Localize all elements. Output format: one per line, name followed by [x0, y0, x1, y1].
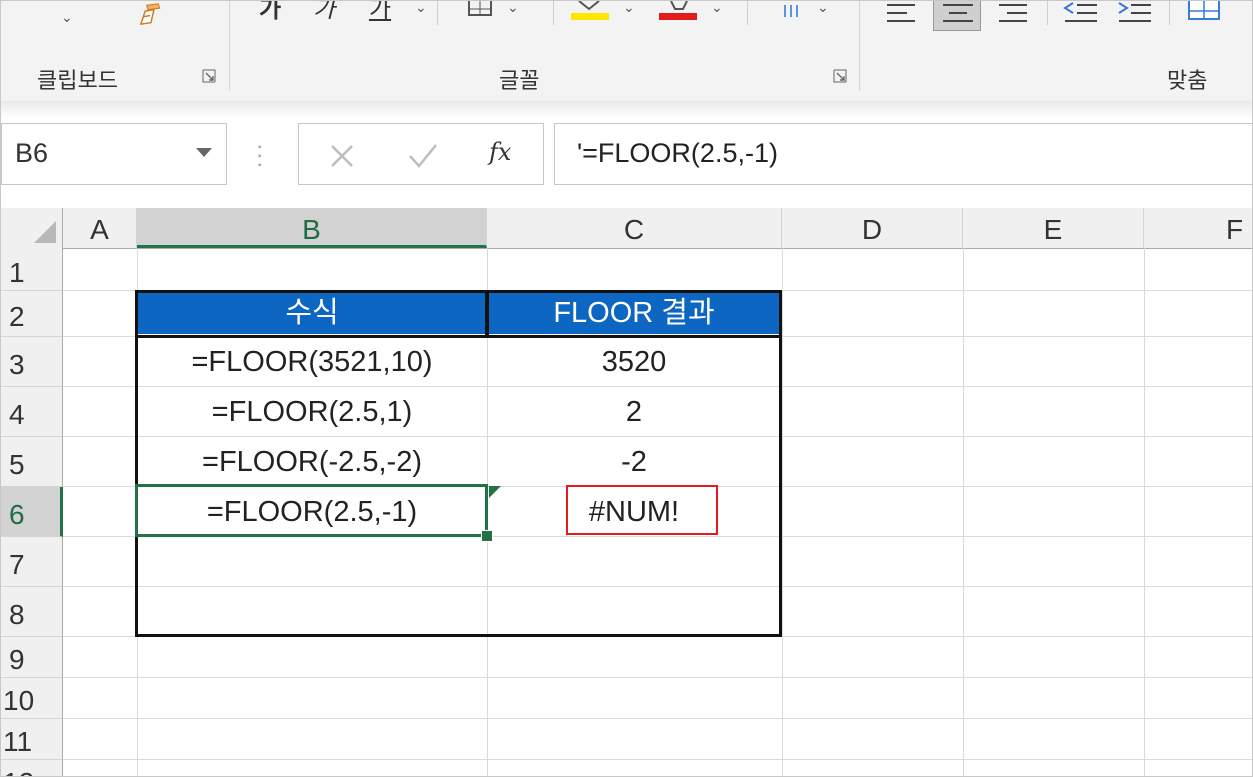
align-right-icon[interactable] [997, 1, 1031, 23]
error-indicator-triangle-icon[interactable] [489, 486, 501, 498]
gridline [963, 248, 964, 776]
increase-indent-icon[interactable] [1117, 1, 1153, 23]
font-dialog-launcher-icon[interactable] [833, 69, 847, 83]
divider [437, 1, 438, 25]
group-separator [229, 1, 230, 91]
column-header-b[interactable]: B [137, 208, 487, 248]
font-color-dropdown-chevron-icon[interactable]: ⌄ [711, 1, 723, 16]
format-painter-icon[interactable] [131, 1, 171, 27]
underline-button[interactable]: 가 [369, 1, 391, 24]
formula-text: '=FLOOR(2.5,-1) [577, 138, 778, 168]
enter-check-icon[interactable] [407, 142, 439, 170]
align-center-button[interactable] [933, 1, 981, 31]
select-all-triangle-icon [34, 221, 56, 243]
active-cell-selection[interactable] [135, 484, 488, 537]
cancel-icon[interactable] [329, 144, 355, 168]
insert-function-icon[interactable]: fx [489, 138, 511, 166]
column-header-c[interactable]: C [487, 208, 782, 248]
row-header-8[interactable]: 8 [1, 587, 63, 637]
row-header-1[interactable]: 1 [1, 248, 63, 291]
divider [1169, 1, 1170, 25]
underline-dropdown-chevron-icon[interactable]: ⌄ [415, 1, 427, 16]
name-box[interactable]: B6 [1, 123, 227, 185]
align-left-icon[interactable] [885, 1, 919, 23]
name-box-dropdown-arrow-icon[interactable] [196, 148, 212, 157]
ribbon: ⌄ 클립보드 가 가 가 ⌄ ⌄ ⌄ ⌄ ⌄ 글꼴 맞춤 [1, 1, 1252, 102]
worksheet-grid[interactable]: A B C D E F 1 2 3 4 5 6 7 8 9 10 11 12 [1, 208, 1252, 776]
error-highlight-box [566, 485, 718, 535]
gridline [63, 759, 1252, 760]
bold-button[interactable]: 가 [259, 1, 281, 24]
paste-dropdown-chevron-icon[interactable]: ⌄ [61, 9, 73, 26]
font-color-icon[interactable] [659, 1, 699, 21]
table-header-underline [135, 335, 782, 338]
formula-bar-buttons: fx [298, 123, 544, 185]
excel-window: ⌄ 클립보드 가 가 가 ⌄ ⌄ ⌄ ⌄ ⌄ 글꼴 맞춤 B6 · · · fx… [0, 0, 1253, 777]
row-header-12[interactable]: 12 [1, 760, 63, 776]
row-header-3[interactable]: 3 [1, 337, 63, 387]
row-header-7[interactable]: 7 [1, 537, 63, 587]
formula-bar-resize-handle[interactable]: · · · [256, 135, 263, 175]
column-header-d[interactable]: D [782, 208, 963, 248]
column-header-e[interactable]: E [963, 208, 1144, 248]
gridline [1144, 248, 1145, 776]
row-header-4[interactable]: 4 [1, 387, 63, 437]
row-header-2[interactable]: 2 [1, 291, 63, 337]
divider [553, 1, 554, 25]
italic-button[interactable]: 가 [313, 1, 335, 24]
divider [747, 1, 748, 25]
formula-input[interactable]: '=FLOOR(2.5,-1) [554, 123, 1252, 185]
ribbon-shadow [1, 101, 1252, 119]
clipboard-group-label: 클립보드 [37, 69, 118, 94]
column-header-f[interactable]: F [1144, 208, 1252, 248]
name-box-value: B6 [15, 138, 49, 168]
merge-center-icon[interactable] [1187, 1, 1227, 23]
row-header-5[interactable]: 5 [1, 437, 63, 487]
alignment-group-label: 맞춤 [1167, 69, 1208, 94]
group-separator [859, 1, 860, 91]
clipboard-dialog-launcher-icon[interactable] [202, 69, 216, 83]
fill-handle[interactable] [481, 530, 493, 542]
fill-color-dropdown-chevron-icon[interactable]: ⌄ [623, 1, 635, 16]
row-header-9[interactable]: 9 [1, 637, 63, 678]
column-header-a[interactable]: A [63, 208, 137, 248]
phonetic-dropdown-chevron-icon[interactable]: ⌄ [817, 1, 829, 16]
gridline [782, 248, 783, 776]
borders-icon[interactable] [467, 1, 495, 17]
borders-dropdown-chevron-icon[interactable]: ⌄ [507, 1, 519, 16]
table-header-divider [485, 290, 489, 337]
row-header-11[interactable]: 11 [1, 719, 63, 760]
row-header-10[interactable]: 10 [1, 678, 63, 719]
phonetic-guide-icon[interactable] [783, 1, 801, 21]
font-group-label: 글꼴 [499, 69, 540, 94]
row-header-6[interactable]: 6 [1, 487, 63, 537]
gridline [63, 677, 1252, 678]
decrease-indent-icon[interactable] [1063, 1, 1099, 23]
fill-color-icon[interactable] [571, 1, 611, 21]
divider [1047, 1, 1048, 25]
align-center-icon [943, 4, 973, 22]
table-outline [135, 290, 782, 637]
select-all-button[interactable] [1, 208, 63, 248]
gridline [63, 718, 1252, 719]
